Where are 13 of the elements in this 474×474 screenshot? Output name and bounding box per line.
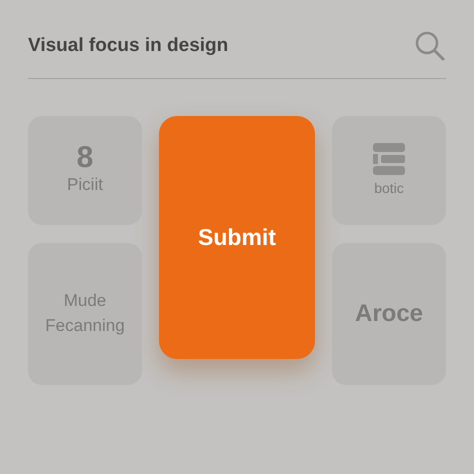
tile-label: botic xyxy=(374,179,404,198)
stack-icon xyxy=(372,142,406,176)
tile-number: 8 xyxy=(76,143,94,174)
tile[interactable]: 8 Piciit xyxy=(28,116,142,225)
tile[interactable]: Aroce xyxy=(332,243,446,385)
tile-label: Mude Fecanning xyxy=(44,290,126,337)
tile[interactable]: Mude Fecanning xyxy=(28,243,142,385)
tile[interactable]: botic xyxy=(332,116,446,225)
search-icon[interactable] xyxy=(414,30,446,62)
tile-label: Piciit xyxy=(67,174,103,196)
page-title: Visual focus in design xyxy=(28,34,228,58)
tile-label: Aroce xyxy=(354,299,424,329)
submit-button[interactable]: Submit xyxy=(159,116,315,359)
